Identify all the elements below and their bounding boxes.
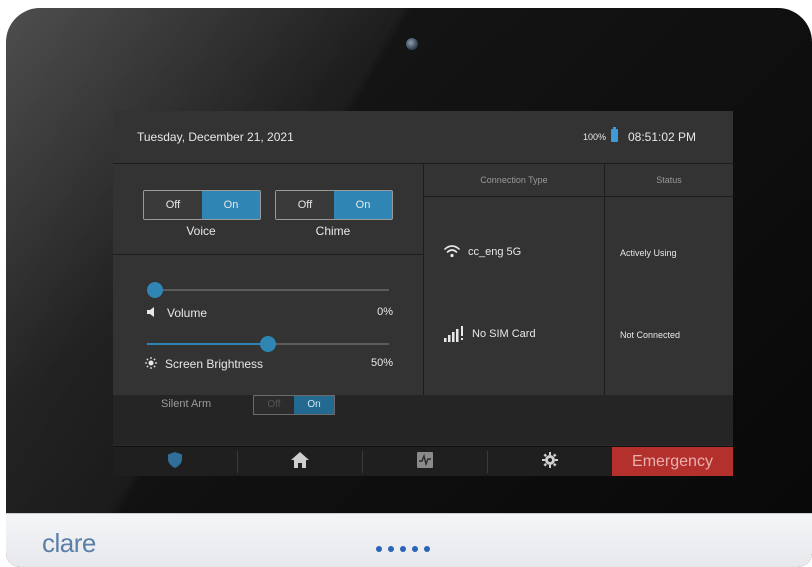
status-bar: Tuesday, December 21, 2021 100% 08:51:02… <box>113 111 733 164</box>
security-nav-button[interactable] <box>113 447 237 476</box>
voice-off-option[interactable]: Off <box>144 191 202 219</box>
panel-screen: Tuesday, December 21, 2021 100% 08:51:02… <box>113 111 733 476</box>
home-icon <box>291 451 309 473</box>
silent-arm-toggle[interactable]: Off On <box>253 395 335 415</box>
device-bottom-bezel: clare <box>6 513 812 567</box>
current-time: 08:51:02 PM <box>628 130 697 144</box>
brightness-slider-fill <box>147 343 268 345</box>
wifi-connection-name: cc_eng 5G <box>468 246 522 258</box>
chime-on-option[interactable]: On <box>334 191 392 219</box>
wifi-status: Actively Using <box>620 248 677 258</box>
wifi-icon <box>444 244 460 261</box>
status-header: Status <box>605 164 733 197</box>
connection-table: Connection Type Status cc_eng 5G Activel… <box>424 164 733 395</box>
brightness-slider-handle[interactable] <box>260 336 276 352</box>
cellular-connection-name: No SIM Card <box>472 328 536 340</box>
connection-type-header: Connection Type <box>424 164 604 197</box>
tablet-device: Tuesday, December 21, 2021 100% 08:51:02… <box>6 8 812 567</box>
voice-on-option[interactable]: On <box>202 191 260 219</box>
settings-nav-button[interactable] <box>488 447 612 476</box>
chime-toggle[interactable]: Off On <box>275 190 393 220</box>
battery-percentage: 100% <box>583 132 607 142</box>
battery-icon <box>611 127 618 142</box>
shield-icon <box>168 451 182 473</box>
cellular-signal-icon <box>444 326 466 345</box>
volume-value: 0% <box>377 306 393 318</box>
volume-slider-track[interactable] <box>147 289 389 291</box>
silent-arm-on-option[interactable]: On <box>294 396 334 414</box>
voice-label: Voice <box>186 224 216 238</box>
voice-toggle[interactable]: Off On <box>143 190 261 220</box>
silent-arm-label: Silent Arm <box>161 398 212 410</box>
current-date: Tuesday, December 21, 2021 <box>137 130 294 144</box>
brand-logo: clare <box>42 528 96 558</box>
activity-nav-button[interactable] <box>363 447 487 476</box>
gear-icon <box>542 451 558 473</box>
home-nav-button[interactable] <box>238 447 362 476</box>
emergency-button[interactable]: Emergency <box>612 447 733 476</box>
silent-arm-row: Silent Arm Off On <box>113 395 733 445</box>
camera-lens <box>406 38 418 50</box>
silent-arm-off-option[interactable]: Off <box>254 396 294 414</box>
brightness-value: 50% <box>370 357 393 369</box>
cellular-status: Not Connected <box>620 330 681 340</box>
bottom-navigation: Emergency <box>113 446 733 476</box>
speaker-icon <box>147 306 157 321</box>
volume-slider-handle[interactable] <box>147 282 163 298</box>
sound-toggles-panel: Off On Voice Off On Chime <box>113 164 424 255</box>
brightness-label: Screen Brightness <box>165 357 264 371</box>
activity-icon <box>417 451 433 473</box>
volume-label: Volume <box>167 306 208 320</box>
indicator-lights <box>376 546 430 552</box>
sliders-panel: Volume 0% Screen Brightness 50% <box>113 255 424 395</box>
chime-label: Chime <box>315 224 351 238</box>
sun-icon <box>145 357 157 372</box>
chime-off-option[interactable]: Off <box>276 191 334 219</box>
